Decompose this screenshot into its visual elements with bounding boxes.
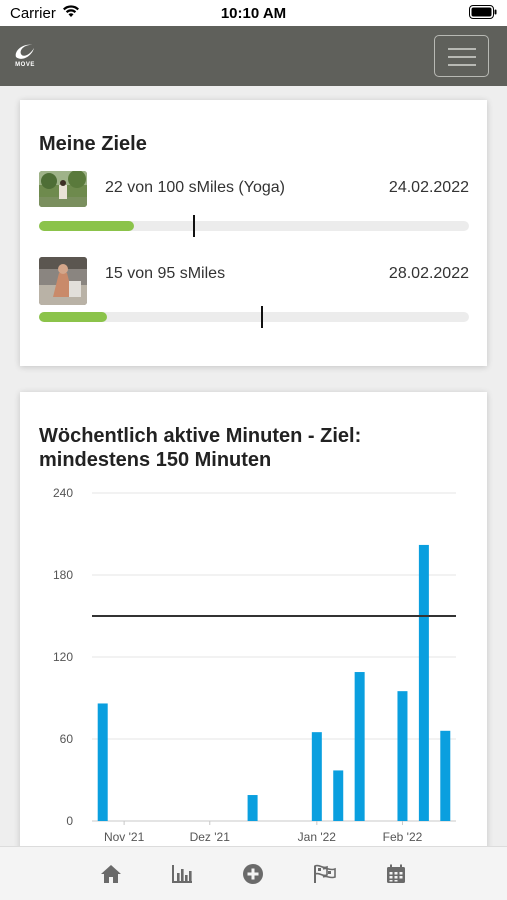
goal-progress-text: 22 von 100 sMiles (Yoga) [105,179,285,196]
y-tick-label: 120 [53,650,73,664]
goal-date: 24.02.2022 [388,179,469,196]
time-marker [192,215,195,237]
calendar-icon [387,864,405,883]
tab-challenges[interactable] [305,847,345,900]
x-tick-label: Nov '21 [104,830,145,844]
goals-card: Meine Ziele 22 von 100 sMiles (Yoga) 24.… [20,100,487,366]
goal-progress-bar [39,306,469,328]
logo-swoosh-icon [15,44,34,59]
chart-bar[interactable] [333,770,344,821]
chart-bar[interactable] [397,691,408,821]
tab-statistics[interactable] [162,847,202,900]
battery-icon [469,5,497,19]
menu-button[interactable] [434,35,489,77]
chart-bar[interactable] [97,703,108,821]
y-tick-label: 0 [66,814,73,828]
status-bar: Carrier 10:10 AM [0,0,507,26]
goal-thumbnail [39,171,87,207]
y-tick-label: 180 [53,568,73,582]
weekly-minutes-chart: 0 60 120 180 240 Nov '21 Dez '21 Jan '22 Feb '22 [53,486,456,844]
bar-chart-icon [172,865,192,883]
goal-progress-bar [39,215,469,237]
add-circle-icon [243,864,263,884]
goal-item-yoga[interactable]: 22 von 100 sMiles (Yoga) 24.02.2022 [39,171,469,241]
logo-text: MOVE [15,62,35,68]
chart-bar[interactable] [418,544,429,821]
x-tick-label: Dez '21 [190,830,231,844]
goal-item-smiles[interactable]: 15 von 95 sMiles 28.02.2022 [39,257,469,328]
progress-fill [39,312,107,322]
chart-bar[interactable] [311,732,322,821]
goal-thumbnail [39,257,87,305]
chart-bar[interactable] [440,730,451,821]
tab-calendar[interactable] [376,847,416,900]
progress-fill [39,221,134,231]
tab-add[interactable] [233,847,273,900]
x-tick-label: Feb '22 [383,830,423,844]
tab-home[interactable] [91,847,131,900]
x-tick-label: Jan '22 [298,830,337,844]
goal-date: 28.02.2022 [388,265,469,282]
goals-title: Meine Ziele [39,133,147,155]
home-icon [101,865,121,883]
weekly-minutes-card: Wöchentlich aktive Minuten - Ziel: minde… [20,392,487,862]
y-tick-label: 240 [53,486,73,500]
y-tick-label: 60 [60,732,74,746]
time-marker [260,306,263,328]
move-logo[interactable]: MOVE [12,42,38,72]
chart-bar[interactable] [354,672,365,821]
app-header: MOVE [0,26,507,86]
goal-progress-text: 15 von 95 sMiles [105,265,226,282]
chart-bar[interactable] [247,795,258,821]
clock-time: 10:10 AM [220,5,287,22]
bottom-tab-bar [0,846,507,900]
flags-icon [314,864,336,883]
